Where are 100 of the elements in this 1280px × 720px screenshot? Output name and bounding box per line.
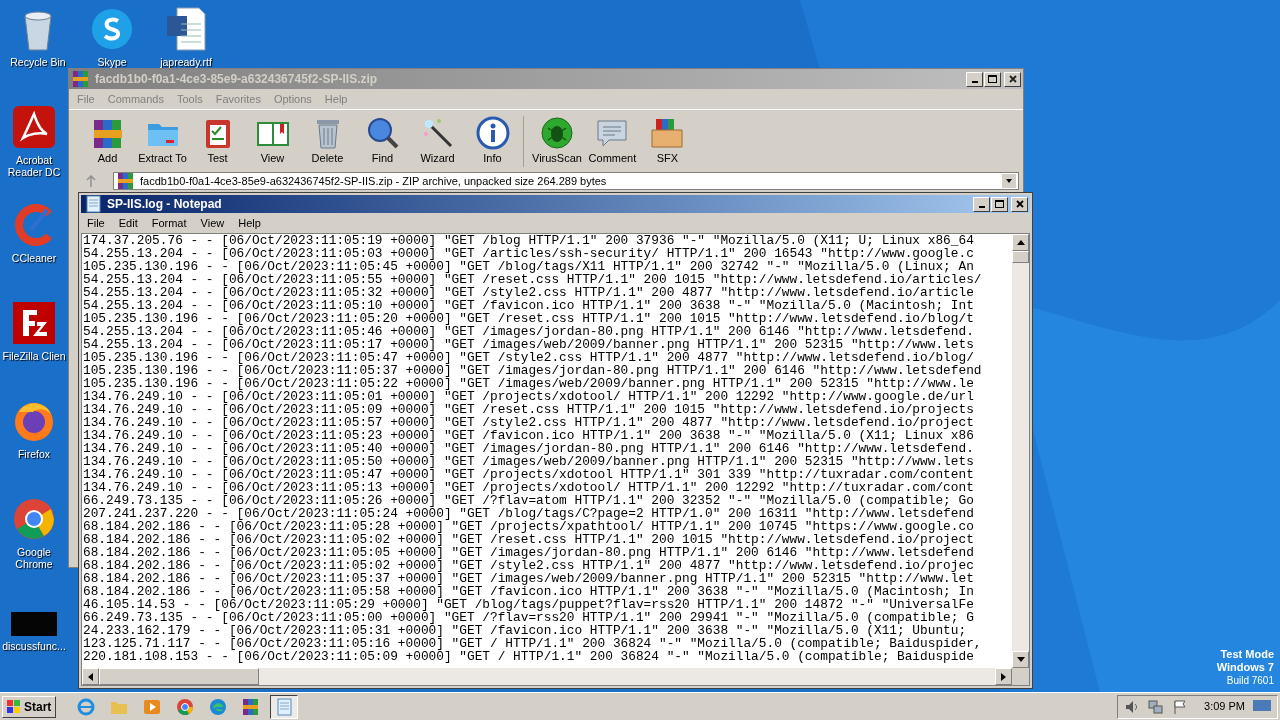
info-icon	[475, 116, 510, 150]
chrome-icon	[11, 496, 57, 542]
window-title: SP-IIS.log - Notepad	[107, 196, 223, 213]
minimize-button[interactable]	[966, 71, 983, 87]
os-notice-text: Build 7601	[1226, 674, 1274, 687]
desktop-icon-label[interactable]: discussfunc...	[2, 640, 66, 652]
log-line: 105.235.130.196 - - [06/Oct/2023:11:05:45 +0000] "GET /blog/tags/X11 HTTP/1.1" 200 32742 "-" "Mozilla/5.0 (Linux; An	[83, 260, 974, 273]
log-line: 68.184.202.186 - - [06/Oct/2023:11:05:37 +0000] "GET /images/web/2009/banner.png HTTP/1.1" 200 52315 "http://www.let	[83, 572, 974, 585]
chrome-icon	[175, 696, 196, 717]
toolbar-button[interactable]: Add	[81, 116, 134, 167]
log-line: 220.181.108.153 - - [06/Oct/2023:11:05:09 +0000] "GET / HTTP/1.1" 200 36824 "-" "Mozilla/5.0 (compatible; Baiduspide	[83, 650, 974, 663]
notepad-icon	[83, 194, 103, 214]
menu-item[interactable]: File	[87, 214, 105, 232]
magnifier-icon	[365, 116, 400, 150]
log-line: 68.184.202.186 - - [06/Oct/2023:11:05:58 +0000] "GET /favicon.ico HTTP/1.1" 200 3638 "-" "Mozilla/5.0 (Macintosh; In	[83, 585, 974, 598]
log-line: 105.235.130.196 - - [06/Oct/2023:11:05:47 +0000] "GET /style2.css HTTP/1.1" 200 4877 "http://www.letsdefend.io/blog/	[83, 351, 974, 364]
dropdown-caret-icon[interactable]	[1002, 174, 1016, 188]
toolbar-button[interactable]: View	[246, 116, 299, 167]
log-line: 24.233.162.179 - - [06/Oct/2023:11:05:31 +0000] "GET /favicon.ico HTTP/1.1" 200 3638 "-" "Mozilla/5.0 (X11; Ubuntu;	[83, 624, 967, 637]
toolbar-button[interactable]: Info	[466, 116, 519, 167]
log-line: 54.255.13.204 - - [06/Oct/2023:11:05:55 +0000] "GET /reset.css HTTP/1.1" 200 1015 "http://www.letsdefend.io/articles/	[83, 273, 982, 286]
log-line: 207.241.237.220 - - [06/Oct/2023:11:05:24 +0000] "GET /blog/tags/C?page=2 HTTP/1.0" 200 16311 "http://www.letsdefend	[83, 507, 974, 520]
toolbar-button[interactable]: VirusScan	[530, 116, 584, 167]
start-button[interactable]: Start	[2, 695, 57, 718]
log-line: 105.235.130.196 - - [06/Oct/2023:11:05:37 +0000] "GET /images/jordan-80.png HTTP/1.1" 200 6146 "http://www.letsdefend	[83, 364, 982, 377]
log-line: 54.255.13.204 - - [06/Oct/2023:11:05:10 +0000] "GET /favicon.ico HTTP/1.1" 200 3638 "-" "Mozilla/5.0 (Macintosh; Int	[83, 299, 974, 312]
toolbar-button[interactable]: Extract To	[136, 116, 189, 167]
log-line: 134.76.249.10 - - [06/Oct/2023:11:05:57 +0000] "GET /style2.css HTTP/1.1" 200 4877 "http://www.letsdefend.io/project	[83, 416, 974, 429]
scroll-down-arrow-icon[interactable]	[1016, 657, 1025, 662]
books-icon	[116, 171, 136, 191]
toolbar-button[interactable]: Wizard	[411, 116, 464, 167]
scroll-left-arrow-icon[interactable]	[88, 672, 93, 681]
os-notice-text: Test Mode	[1220, 648, 1274, 661]
menu-item[interactable]: View	[200, 214, 225, 232]
log-line: 134.76.249.10 - - [06/Oct/2023:11:05:23 +0000] "GET /favicon.ico HTTP/1.1" 200 3638 "-" "Mozilla/5.0 (X11; Linux x86	[83, 429, 974, 442]
acrobat-icon	[11, 104, 57, 150]
show-desktop-icon[interactable]	[1253, 699, 1271, 714]
log-line: 68.184.202.186 - - [06/Oct/2023:11:05:02 +0000] "GET /reset.css HTTP/1.1" 200 1015 "http://www.letsdefend.io/project	[83, 533, 974, 546]
path-field[interactable]: facdb1b0-f0a1-4ce3-85e9-a632436745f2-SP-IIS.zip - ZIP archive, unpacked size 264.289 bytes	[113, 172, 1019, 190]
menu-item[interactable]: Edit	[118, 214, 138, 232]
desktop-icon-label[interactable]: Skype	[97, 56, 127, 68]
toolbar-button[interactable]: SFX	[640, 116, 694, 167]
close-button[interactable]	[1011, 196, 1028, 212]
scroll-right-arrow-icon[interactable]	[1001, 672, 1006, 681]
log-line: 105.235.130.196 - - [06/Oct/2023:11:05:20 +0000] "GET /reset.css HTTP/1.1" 200 1015 "http://www.letsdefend.io/blog/t	[83, 312, 974, 325]
edge-icon	[208, 696, 229, 717]
toolbar-button[interactable]: Comment	[585, 116, 639, 167]
log-line: 66.249.73.135 - - [06/Oct/2023:11:05:00 +0000] "GET /?flav=rss20 HTTP/1.1" 200 29941 "-" "Mozilla/5.0 (compatible; G	[83, 611, 974, 624]
skype-icon	[89, 6, 135, 52]
log-line: 134.76.249.10 - - [06/Oct/2023:11:05:47 +0000] "GET /projects/xdotool HTTP/1.1" 301 339 "http://tuxradar.com/content	[83, 468, 974, 481]
desktop-icon-label[interactable]: Firefox	[17, 448, 51, 460]
file-icon	[11, 612, 57, 636]
menu-item[interactable]: Help	[238, 214, 261, 232]
log-line: 54.255.13.204 - - [06/Oct/2023:11:05:17 +0000] "GET /images/web/2009/banner.png HTTP/1.1" 200 52315 "http://www.lets	[83, 338, 974, 351]
scroll-thumb[interactable]	[1012, 251, 1029, 263]
log-line: 68.184.202.186 - - [06/Oct/2023:11:05:05 +0000] "GET /images/jordan-80.png HTTP/1.1" 200 6146 "http://www.letsdefend	[83, 546, 974, 559]
scroll-up-arrow-icon[interactable]	[1016, 240, 1025, 245]
log-line: 134.76.249.10 - - [06/Oct/2023:11:05:50 +0000] "GET /images/web/2009/banner.png HTTP/1.1" 200 52315 "http://www.lets	[83, 455, 974, 468]
network-icon[interactable]	[1148, 698, 1165, 715]
desktop-icon-label[interactable]: FileZilla Clien	[2, 350, 66, 362]
filezilla-icon	[11, 300, 57, 346]
books-icon	[71, 69, 91, 89]
desktop-icon-label[interactable]: japready.rtf	[160, 56, 212, 68]
scroll-thumb[interactable]	[99, 668, 259, 685]
windows-logo-icon	[7, 699, 21, 714]
taskbar-app[interactable]	[270, 694, 299, 719]
size-grip[interactable]	[1012, 668, 1029, 685]
log-line: 66.249.73.135 - - [06/Oct/2023:11:05:26 +0000] "GET /?flav=atom HTTP/1.1" 200 32352 "-" "Mozilla/5.0 (compatible; Go	[83, 494, 974, 507]
desktop-icon-label[interactable]: Recycle Bin	[10, 56, 66, 68]
clock[interactable]: 3:09 PM	[1204, 698, 1245, 715]
toolbar-button[interactable]: Test	[191, 116, 244, 167]
notepad-icon	[274, 696, 295, 717]
log-line: 68.184.202.186 - - [06/Oct/2023:11:05:02 +0000] "GET /style2.css HTTP/1.1" 200 4877 "http://www.letsdefend.io/projec	[83, 559, 974, 572]
window-title: facdb1b0-f0a1-4ce3-85e9-a632436745f2-SP-IIS.zip	[95, 71, 379, 88]
minimize-button[interactable]	[973, 196, 990, 212]
log-line: 46.105.14.53 - - [06/Oct/2023:11:05:29 +0000] "GET /blog/tags/puppet?flav=rss20 HTTP/1.1" 200 14872 "-" "UniversalFe	[83, 598, 974, 611]
flag-icon[interactable]	[1172, 698, 1189, 715]
log-line: 174.37.205.76 - - [06/Oct/2023:11:05:19 +0000] "GET /blog HTTP/1.1" 200 37936 "-" "Mozilla/5.0 (X11; U; Linux x86_64	[83, 234, 974, 247]
toolbar-button[interactable]: Delete	[301, 116, 354, 167]
close-button[interactable]	[1004, 71, 1021, 87]
bug-icon	[539, 116, 574, 150]
desktop-icon-label[interactable]: Acrobat Reader DC	[0, 154, 68, 178]
log-line: 54.255.13.204 - - [06/Oct/2023:11:05:03 +0000] "GET /articles/ssh-security/ HTTP/1.1" 200 16543 "http://www.google.c	[83, 247, 974, 260]
desktop-icon-label[interactable]: Google Chrome	[0, 546, 68, 570]
internet-explorer-icon	[76, 696, 97, 717]
desktop-icon-label[interactable]: CCleaner	[11, 252, 57, 264]
log-line: 54.255.13.204 - - [06/Oct/2023:11:05:32 +0000] "GET /style2.css HTTP/1.1" 200 4877 "http://www.letsdefend.io/article	[83, 286, 974, 299]
maximize-button[interactable]	[984, 71, 1001, 87]
toolbar-button[interactable]: Find	[356, 116, 409, 167]
close-icon	[1015, 200, 1024, 208]
maximize-button[interactable]	[991, 196, 1008, 212]
log-line: 134.76.249.10 - - [06/Oct/2023:11:05:13 +0000] "GET /projects/xdotool/ HTTP/1.1" 200 12292 "http://tuxradar.com/cont	[83, 481, 974, 494]
horizontal-scrollbar[interactable]	[82, 668, 1012, 685]
log-line: 105.235.130.196 - - [06/Oct/2023:11:05:22 +0000] "GET /images/web/2009/banner.png HTTP/1.1" 200 52315 "http://www.le	[83, 377, 974, 390]
log-line: 134.76.249.10 - - [06/Oct/2023:11:05:01 +0000] "GET /projects/xdotool/ HTTP/1.1" 200 12292 "http://www.google.de/url	[83, 390, 974, 403]
vertical-scrollbar[interactable]	[1012, 234, 1029, 668]
log-line: 123.125.71.117 - - [06/Oct/2023:11:05:16 +0000] "GET / HTTP/1.1" 200 36824 "-" "Mozilla/5.0 (compatible; Baiduspider,	[83, 637, 982, 650]
log-line: 134.76.249.10 - - [06/Oct/2023:11:05:40 +0000] "GET /images/jordan-80.png HTTP/1.1" 200 6146 "http://www.letsdefend.	[83, 442, 974, 455]
os-notice-text: Windows 7	[1216, 661, 1274, 674]
menu-item[interactable]: Format	[151, 214, 187, 232]
